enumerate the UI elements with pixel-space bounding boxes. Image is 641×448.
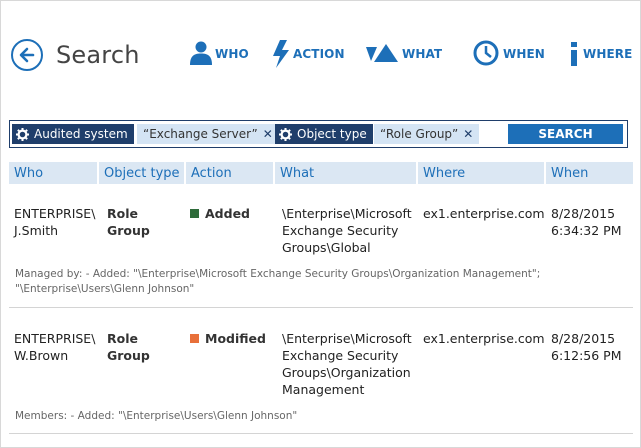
what-line: \Enterprise\Microsoft [282,331,412,346]
filter-value-label: “Role Group” [380,127,459,141]
person-icon [190,41,212,65]
filter-value-label: “Exchange Server” [143,127,258,141]
nav-action-label: ACTION [293,47,345,61]
nav-when[interactable]: WHEN [473,39,545,69]
what-line: Exchange Security [282,223,399,238]
object-type-line: Group [107,223,150,238]
filter-object-type-key[interactable]: Object type [275,124,373,144]
detail-line: "\Enterprise\Users\Glenn Johnson" [15,283,195,295]
cell-when: 8/28/2015 6:12:56 PM [551,330,621,364]
nav-who[interactable]: WHO [189,39,249,69]
column-header-where[interactable]: Where [418,162,544,184]
filter-audited-system-value[interactable]: “Exchange Server” ✕ [137,124,279,144]
cell-when: 8/28/2015 6:34:32 PM [551,205,621,239]
cell-what: \Enterprise\Microsoft Exchange Security … [282,330,412,398]
when-time: 6:34:32 PM [551,223,622,238]
detail-line: Managed by: - Added: "\Enterprise\Micros… [15,268,541,280]
gear-icon [16,127,29,141]
column-header-object-type[interactable]: Object type [99,162,184,184]
when-date: 8/28/2015 [551,206,616,221]
what-line: Groups\Global [282,240,371,255]
row-divider [9,307,633,308]
column-header-when[interactable]: When [546,162,633,184]
shapes-icon [366,44,398,62]
remove-filter-icon[interactable]: ✕ [263,127,273,141]
row-detail: Managed by: - Added: "\Enterprise\Micros… [15,267,540,297]
back-button[interactable] [11,39,43,71]
object-type-line: Group [107,348,150,363]
what-line: Exchange Security [282,348,399,363]
cell-action: Added [190,205,250,222]
info-icon [571,42,577,66]
action-label: Added [205,206,250,221]
nav-action[interactable]: ACTION [271,39,345,69]
action-status-marker [190,334,199,343]
action-status-marker [190,209,199,218]
detail-line: Members: - Added: "\Enterprise\Users\Gle… [15,410,298,422]
cell-who: ENTERPRISE\ J.Smith [14,205,95,239]
gear-icon [279,127,292,141]
what-line: Management [282,382,365,397]
remove-filter-icon[interactable]: ✕ [463,127,473,141]
nav-what[interactable]: WHAT [366,39,442,69]
nav-where[interactable]: WHERE [569,39,632,69]
row-divider [9,433,633,434]
column-header-who[interactable]: Who [9,162,97,184]
nav-when-label: WHEN [503,47,545,61]
nav-where-label: WHERE [583,47,633,61]
cell-where: ex1.enterprise.com [423,331,545,346]
column-header-what[interactable]: What [275,162,416,184]
who-user: W.Brown [14,348,69,363]
cell-action: Modified [190,330,266,347]
clock-icon [473,40,499,66]
cell-what: \Enterprise\Microsoft Exchange Security … [282,205,412,256]
filter-key-label: Object type [297,127,367,141]
row-detail: Members: - Added: "\Enterprise\Users\Gle… [15,409,297,424]
who-user: J.Smith [14,223,59,238]
who-domain: ENTERPRISE\ [14,206,96,221]
who-domain: ENTERPRISE\ [14,331,96,346]
nav-what-label: WHAT [402,47,443,61]
what-line: \Enterprise\Microsoft [282,206,412,221]
filter-audited-system-key[interactable]: Audited system [12,124,134,144]
action-label: Modified [205,331,266,346]
cell-object-type: Role Group [107,330,150,364]
cell-object-type: Role Group [107,205,150,239]
arrow-left-icon [19,47,35,63]
when-date: 8/28/2015 [551,331,616,346]
nav-who-label: WHO [215,47,249,61]
filter-object-type-value[interactable]: “Role Group” ✕ [374,124,480,144]
search-bar: Audited system “Exchange Server” ✕ Objec… [9,120,628,148]
column-header-action[interactable]: Action [186,162,273,184]
when-time: 6:12:56 PM [551,348,622,363]
what-line: Groups\Organization [282,365,411,380]
object-type-line: Role [107,331,138,346]
page-title: Search [56,41,140,69]
search-button[interactable]: SEARCH [508,124,623,144]
app-window: Search WHO ACTION WHAT WHEN WHERE Audite… [0,0,641,448]
filter-key-label: Audited system [34,127,128,141]
object-type-line: Role [107,206,138,221]
lightning-icon [273,40,289,68]
cell-who: ENTERPRISE\ W.Brown [14,330,95,364]
cell-where: ex1.enterprise.com [423,206,545,221]
